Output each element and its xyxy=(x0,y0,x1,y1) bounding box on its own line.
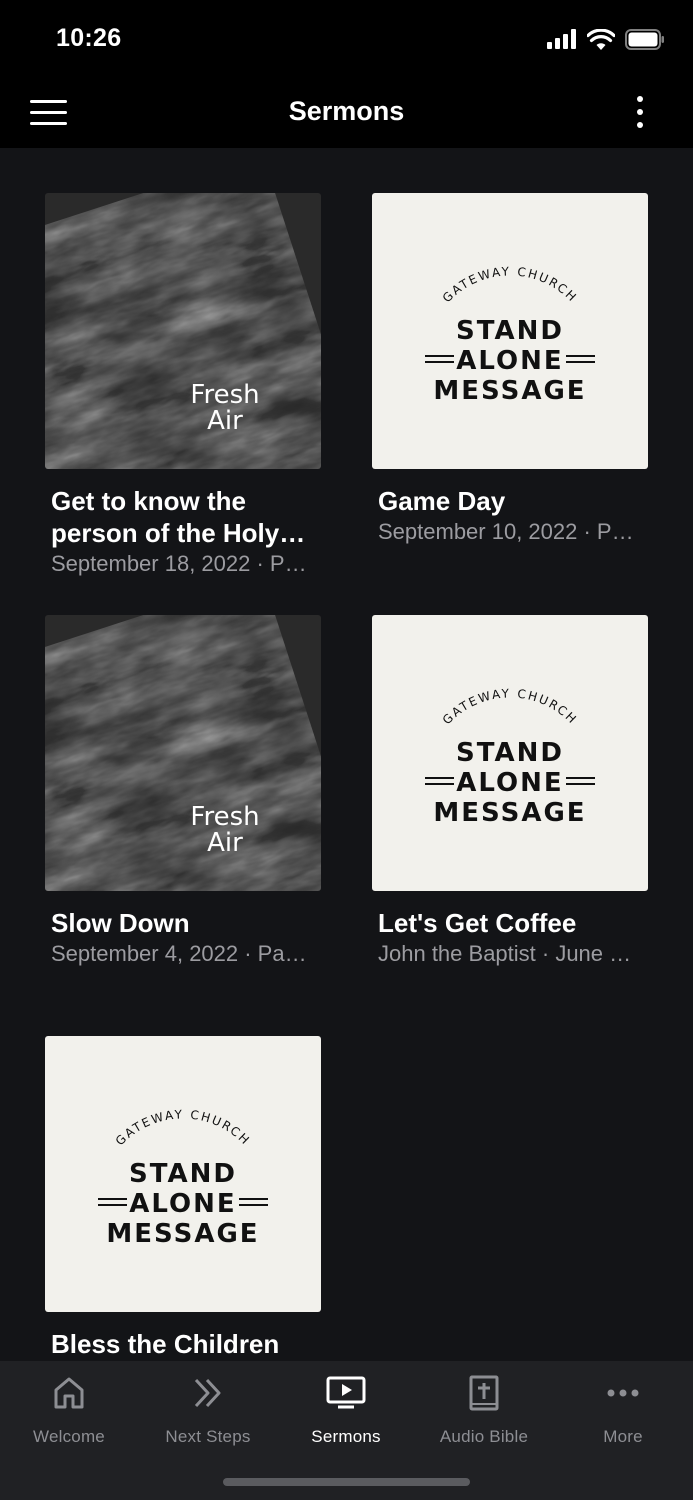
stand-alone-line2: ALONE xyxy=(456,346,563,376)
sermon-card[interactable]: Fresh Air Get to know the person of the … xyxy=(45,193,321,579)
status-bar: 10:26 xyxy=(0,0,693,76)
stand-alone-line2: ALONE xyxy=(456,768,563,798)
sermon-artwork-fresh-air: Fresh Air xyxy=(45,615,321,891)
sermon-card[interactable]: GATEWAY CHURCH STAND ALONE MESSAGE Let's… xyxy=(372,615,648,969)
fresh-air-line2: Air xyxy=(207,406,243,436)
sermon-title: Get to know the person of the Holy Spiri… xyxy=(51,486,280,548)
bible-icon xyxy=(469,1375,499,1411)
stand-alone-line3: MESSAGE xyxy=(106,1219,259,1249)
tab-sermons[interactable]: Sermons xyxy=(277,1375,415,1447)
stand-alone-line1: STAND xyxy=(129,1159,237,1189)
sermon-title: Let's Get Coffee xyxy=(378,908,577,938)
tab-label: Next Steps xyxy=(165,1427,251,1446)
home-icon xyxy=(54,1377,84,1409)
sermon-title: Bless the Children xyxy=(51,1329,280,1359)
tab-welcome[interactable]: Welcome xyxy=(0,1375,138,1447)
sermon-card[interactable]: Fresh Air Slow Down September 4, 2022 · … xyxy=(45,615,321,969)
sermon-card[interactable]: GATEWAY CHURCH STAND ALONE MESSAGE Game … xyxy=(372,193,648,547)
stand-alone-line1: STAND xyxy=(456,738,564,768)
sermon-subtitle: September 18, 2022 · Pastor xyxy=(51,551,315,576)
stand-alone-line3: MESSAGE xyxy=(433,376,586,406)
tab-bar: Welcome Next Steps Sermons Audio Bible M… xyxy=(0,1361,693,1500)
sermon-grid: Fresh Air Get to know the person of the … xyxy=(0,148,693,1361)
sermon-artwork-stand-alone: GATEWAY CHURCH STAND ALONE MESSAGE xyxy=(372,615,648,891)
fresh-air-line2: Air xyxy=(207,828,243,858)
home-indicator xyxy=(223,1478,470,1486)
sermon-artwork-fresh-air: Fresh Air xyxy=(45,193,321,469)
tab-next-steps[interactable]: Next Steps xyxy=(139,1375,277,1447)
tv-play-icon xyxy=(326,1376,366,1409)
chevrons-right-icon xyxy=(194,1378,221,1408)
more-dots-icon xyxy=(607,1389,639,1397)
status-time: 10:26 xyxy=(56,24,122,52)
sermon-title: Game Day xyxy=(378,486,506,516)
tab-audio-bible[interactable]: Audio Bible xyxy=(415,1375,553,1447)
tab-label: Audio Bible xyxy=(439,1427,529,1446)
stand-alone-line3: MESSAGE xyxy=(433,798,586,828)
status-icons xyxy=(547,28,665,50)
more-options-icon[interactable] xyxy=(625,92,655,132)
sermon-card[interactable]: GATEWAY CHURCH STAND ALONE MESSAGE Bless… xyxy=(45,1036,321,1360)
cellular-signal-icon xyxy=(547,29,576,49)
stand-alone-line1: STAND xyxy=(456,316,564,346)
tab-label: Welcome xyxy=(33,1427,105,1446)
wifi-icon xyxy=(587,28,615,50)
tab-label: More xyxy=(603,1427,643,1446)
sermon-title: Slow Down xyxy=(51,908,190,938)
sermon-subtitle: September 4, 2022 · Pastor xyxy=(51,941,315,966)
sermon-artwork-stand-alone: GATEWAY CHURCH STAND ALONE MESSAGE xyxy=(372,193,648,469)
navigation-bar: Sermons xyxy=(0,76,693,148)
sermon-subtitle: John the Baptist · June 2022 xyxy=(378,941,642,966)
page-title: Sermons xyxy=(288,96,405,126)
tab-more[interactable]: More xyxy=(554,1375,692,1447)
battery-icon xyxy=(625,28,664,50)
tab-label: Sermons xyxy=(311,1427,381,1446)
sermon-artwork-stand-alone: GATEWAY CHURCH STAND ALONE MESSAGE xyxy=(45,1036,321,1312)
sermon-subtitle: September 10, 2022 · Pastor xyxy=(378,519,642,544)
stand-alone-line2: ALONE xyxy=(129,1189,236,1219)
